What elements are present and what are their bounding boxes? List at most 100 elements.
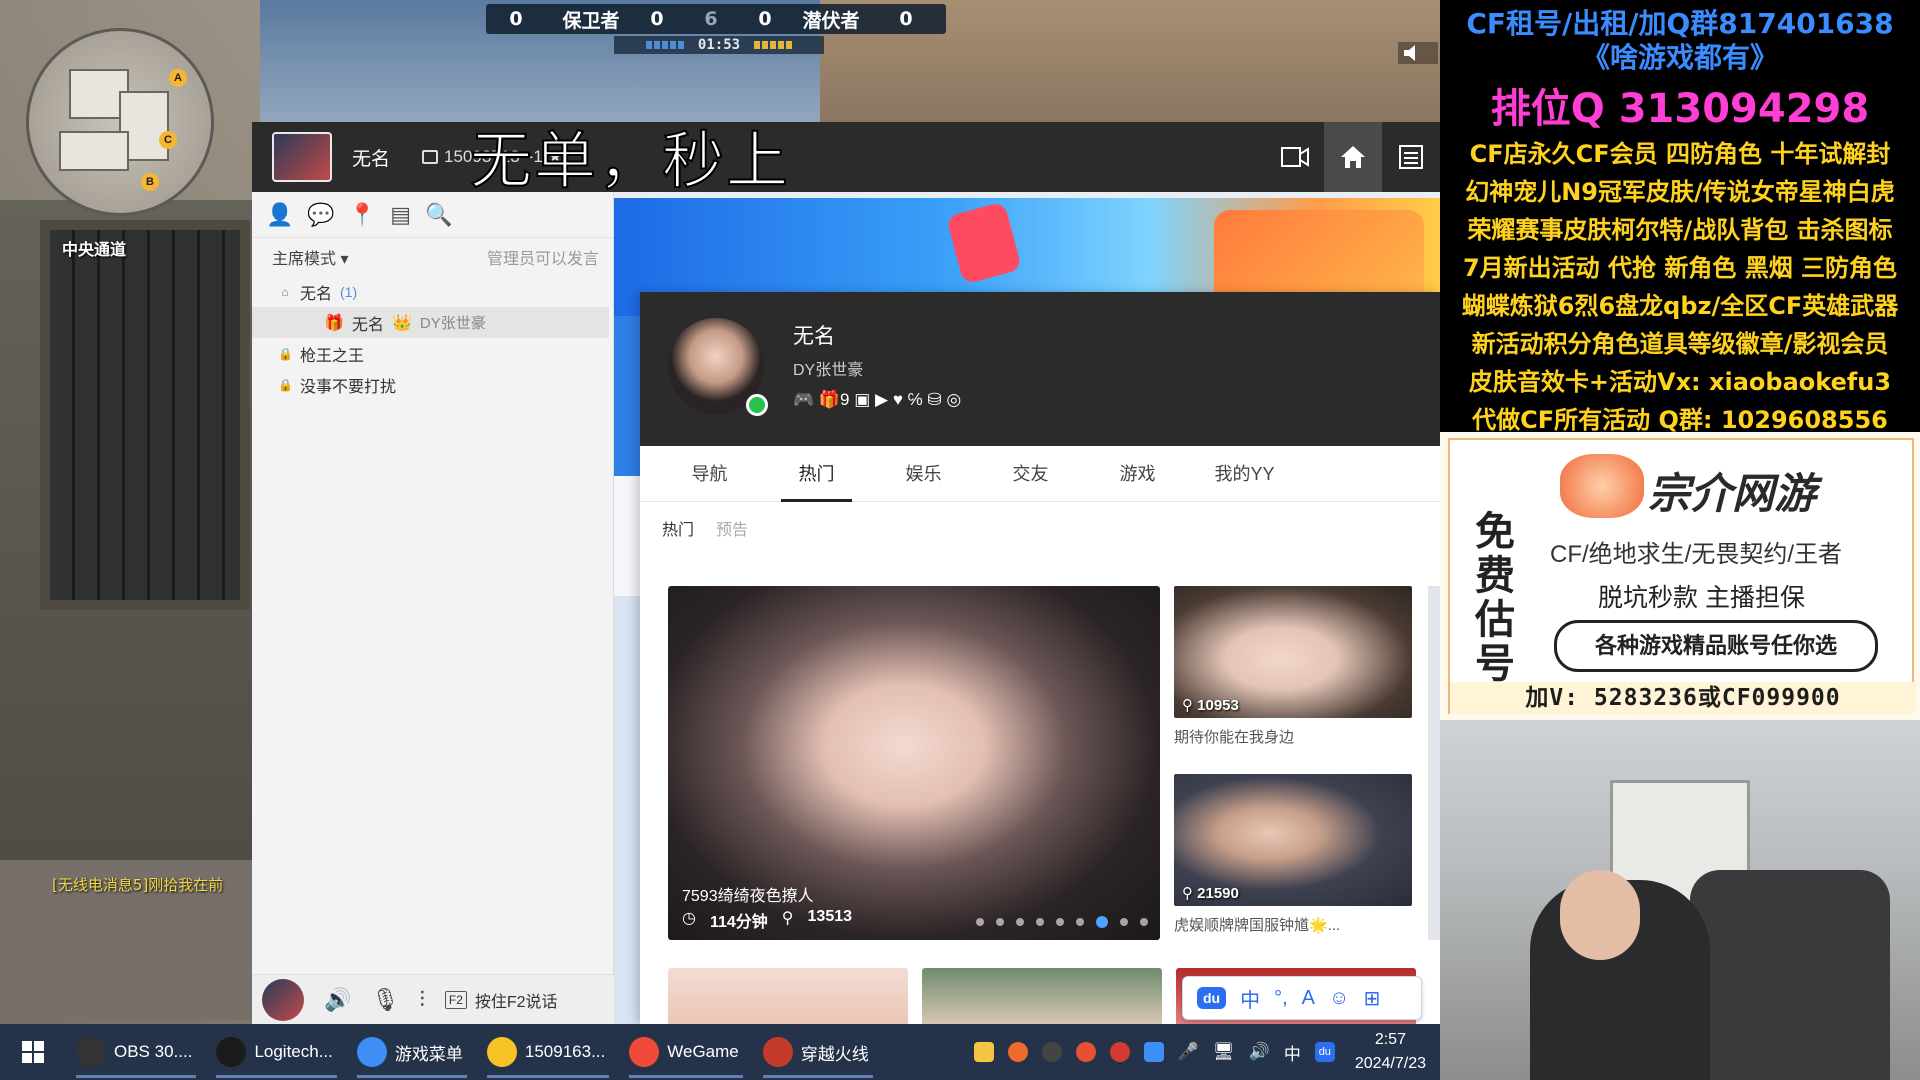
stream-grid: 7593绮绮夜色撩人 ◷ 114分钟 ⚲ 13513 ⚲ 10953 期待你能在… (640, 292, 1440, 1032)
member-name: 无名 (351, 316, 384, 334)
channel-permission-hint: 管理员可以发言 (486, 251, 599, 268)
right-team-kills: 0 (899, 8, 913, 30)
live-record-button[interactable] (1266, 122, 1324, 192)
tray-mic-icon[interactable]: 🎤 (1178, 1042, 1199, 1062)
tray-wegame-icon[interactable] (1075, 1042, 1096, 1062)
taskbar-app[interactable]: 游戏菜单 (347, 1024, 477, 1080)
channel-member-item[interactable]: 🎁 无名 👑 DY张世豪 (252, 307, 609, 338)
tray-cf-icon[interactable] (1109, 1042, 1130, 1062)
channel-name: 没事不要打扰 (300, 378, 397, 396)
carousel-dot[interactable] (1016, 918, 1024, 926)
scoreboard: 0 保卫者 0 6 0 潜伏者 0 (486, 4, 946, 34)
carousel-dot[interactable] (1096, 916, 1108, 928)
stream-caption: 虎娱顺牌牌国服钟馗🌟... (1174, 917, 1341, 934)
tray-network-icon[interactable]: 🖥 (1213, 1042, 1235, 1062)
channel-item-dnd[interactable]: 🔒 没事不要打扰 (252, 369, 613, 400)
user-icon[interactable]: 👤 (266, 202, 293, 228)
game-window (40, 220, 250, 610)
stream-card-edge (1428, 586, 1440, 940)
stream-card[interactable]: ⚲ 21590 虎娱顺牌牌国服钟馗🌟... (1174, 774, 1412, 935)
volume-icon[interactable]: 🔊 (324, 987, 351, 1013)
round-number: 6 (704, 8, 718, 30)
minimap: A B C (26, 28, 214, 216)
ime-keyboard[interactable]: A (1302, 987, 1315, 1010)
carousel-dot[interactable] (976, 918, 984, 926)
lock-icon: 🔒 (278, 377, 293, 392)
carousel-dot[interactable] (1120, 918, 1128, 926)
stream-viewers: ⚲ 21590 (1182, 885, 1239, 902)
tray-baidu-ime-icon[interactable]: du (1314, 1042, 1335, 1062)
ad-line: 蝴蝶炼狱6烈6盘龙qbz/全区CF英雄武器 (1461, 292, 1899, 320)
ad-line: 幻神宠儿N9冠军皮肤/传说女帝星神白虎 (1465, 178, 1895, 206)
tray-app-icon[interactable] (973, 1042, 994, 1062)
ime-punctuation[interactable]: °, (1274, 987, 1288, 1010)
windows-logo-icon (22, 1041, 44, 1063)
timer-text: 01:53 (697, 37, 741, 53)
stream-thumbnail-bottom[interactable] (922, 968, 1162, 1032)
location-icon[interactable]: 📍 (349, 202, 376, 228)
app-icon (629, 1037, 660, 1067)
tray-weibo-icon[interactable] (1007, 1042, 1028, 1062)
member-tag: DY张世豪 (419, 315, 486, 332)
baidu-ime-icon[interactable]: du (1197, 987, 1227, 1009)
microphone-icon[interactable]: 🎙 (371, 987, 399, 1013)
taskbar-app[interactable]: OBS 30.... (66, 1024, 206, 1080)
stream-thumbnail: ⚲ 10953 (1174, 586, 1412, 718)
carousel-dot[interactable] (1036, 918, 1044, 926)
push-to-talk[interactable]: F2 按住F2说话 (444, 988, 558, 1012)
featured-stream-card[interactable]: 7593绮绮夜色撩人 ◷ 114分钟 ⚲ 13513 (668, 586, 1160, 940)
tray-cloud-icon[interactable] (1143, 1042, 1164, 1062)
stream-viewers: 13513 (807, 908, 853, 925)
taskbar-app[interactable]: 穿越火线 (753, 1024, 883, 1080)
crown-icon: 👑 (391, 314, 412, 332)
carousel-dot[interactable] (1076, 918, 1084, 926)
tray-volume-icon[interactable]: 🔊 (1249, 1042, 1270, 1062)
channel-item-qiangwang[interactable]: 🔒 枪王之王 (252, 338, 613, 369)
video-icon (1281, 147, 1309, 167)
home-button[interactable] (1324, 122, 1382, 192)
list-icon (1399, 145, 1423, 169)
taskbar-app[interactable]: 1509163... (477, 1024, 619, 1080)
clock-icon: ◷ (682, 910, 696, 927)
ime-emoji-icon[interactable]: ☺ (1329, 987, 1349, 1010)
chat-icon[interactable]: 💬 (307, 202, 334, 228)
right-team-score: 0 (758, 8, 772, 30)
gift-icon: 🎁 (324, 314, 344, 332)
promo-games: CF/绝地求生/无畏契约/王者 (1550, 541, 1842, 568)
tray-logitech-icon[interactable] (1041, 1042, 1062, 1062)
start-button[interactable] (0, 1024, 66, 1080)
channel-mode-dropdown[interactable]: 主席模式 ▾ (272, 245, 348, 269)
carousel-dot[interactable] (996, 918, 1004, 926)
app-icon (762, 1037, 793, 1067)
ime-mode-chinese[interactable]: 中 (1240, 984, 1260, 1013)
ad-line: 代做CF所有活动 Q群: 1029608556 (1472, 406, 1888, 434)
board-icon[interactable]: ▤ (390, 202, 411, 228)
user-avatar[interactable] (272, 132, 332, 182)
promo-contact: 加V: 5283236或CF099900 (1450, 682, 1916, 714)
viewer-icon: ⚲ (781, 910, 794, 927)
menu-button[interactable] (1382, 122, 1440, 192)
taskbar-app[interactable]: Logitech... (206, 1024, 346, 1080)
carousel-dot[interactable] (1056, 918, 1064, 926)
ime-grid-icon[interactable]: ⊞ (1363, 986, 1380, 1011)
taskbar-app[interactable]: WeGame (619, 1024, 753, 1080)
radio-message: [无线电消息5]刚拾我在前 (52, 876, 224, 894)
voice-bar: 🔊 🎙 ⫶ F2 按住F2说话 (252, 974, 614, 1024)
push-to-talk-label: 按住F2说话 (474, 993, 558, 1011)
header-actions (1266, 122, 1440, 192)
stream-thumbnail-bottom[interactable] (668, 968, 908, 1032)
equalizer-icon[interactable]: ⫶ (419, 987, 425, 1013)
carousel-dot[interactable] (1140, 918, 1148, 926)
channel-item-root[interactable]: ⌂ 无名 (1) (252, 276, 613, 307)
tray-ime-label[interactable]: 中 (1284, 1040, 1301, 1065)
promo-logo (1560, 454, 1644, 518)
system-clock[interactable]: 2:57 2024/7/23 (1355, 1028, 1426, 1076)
carousel-dots[interactable] (976, 916, 1148, 928)
voice-avatar[interactable] (262, 978, 304, 1021)
search-icon[interactable]: 🔍 (425, 202, 452, 228)
taskbar-app-label: 1509163... (524, 1042, 606, 1061)
home-icon: ⌂ (281, 284, 289, 299)
ad-line: 7月新出活动 代抢 新角色 黑烟 三防角色 (1462, 254, 1898, 282)
stream-card[interactable]: ⚲ 10953 期待你能在我身边 (1174, 586, 1412, 747)
ad-line: 皮肤音效卡+活动Vx: xiaobaokefu3 (1468, 368, 1892, 396)
